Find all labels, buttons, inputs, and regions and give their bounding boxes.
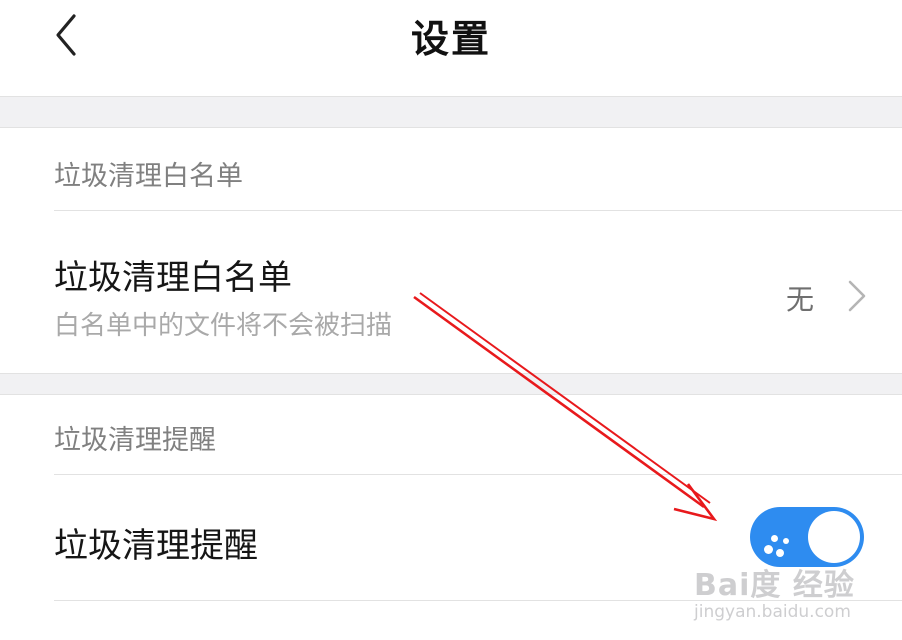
- annotation-arrow: [413, 292, 718, 522]
